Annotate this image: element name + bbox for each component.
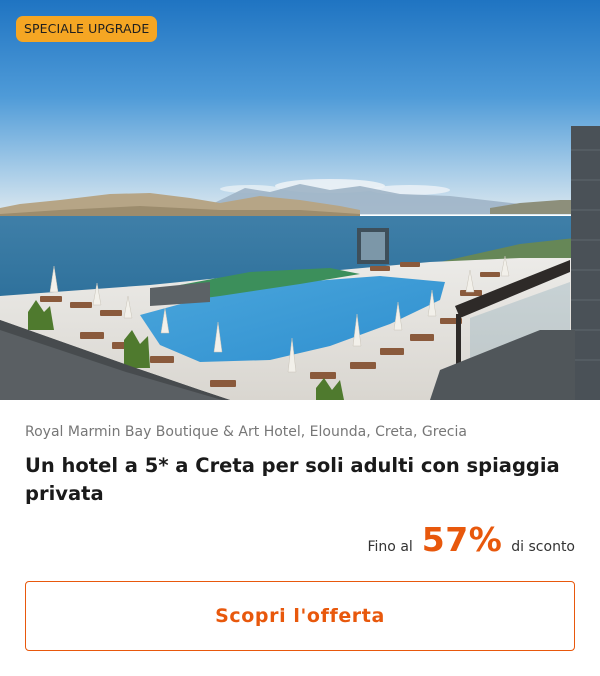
hotel-location: Royal Marmin Bay Boutique & Art Hotel, E… [25, 424, 467, 440]
discount-info: Fino al 57% di sconto [368, 520, 576, 559]
hotel-photo[interactable]: SPECIALE UPGRADE [0, 0, 600, 400]
discover-offer-button[interactable]: Scopri l'offerta [25, 581, 575, 651]
discount-suffix: di sconto [511, 539, 575, 555]
discount-prefix: Fino al [367, 539, 413, 555]
offer-card[interactable]: SPECIALE UPGRADE Royal Marmin Bay Boutiq… [0, 0, 600, 676]
discount-percentage: 57% [421, 520, 503, 559]
offer-title[interactable]: Un hotel a 5* a Creta per soli adulti co… [25, 452, 565, 508]
promo-badge: SPECIALE UPGRADE [16, 16, 158, 42]
